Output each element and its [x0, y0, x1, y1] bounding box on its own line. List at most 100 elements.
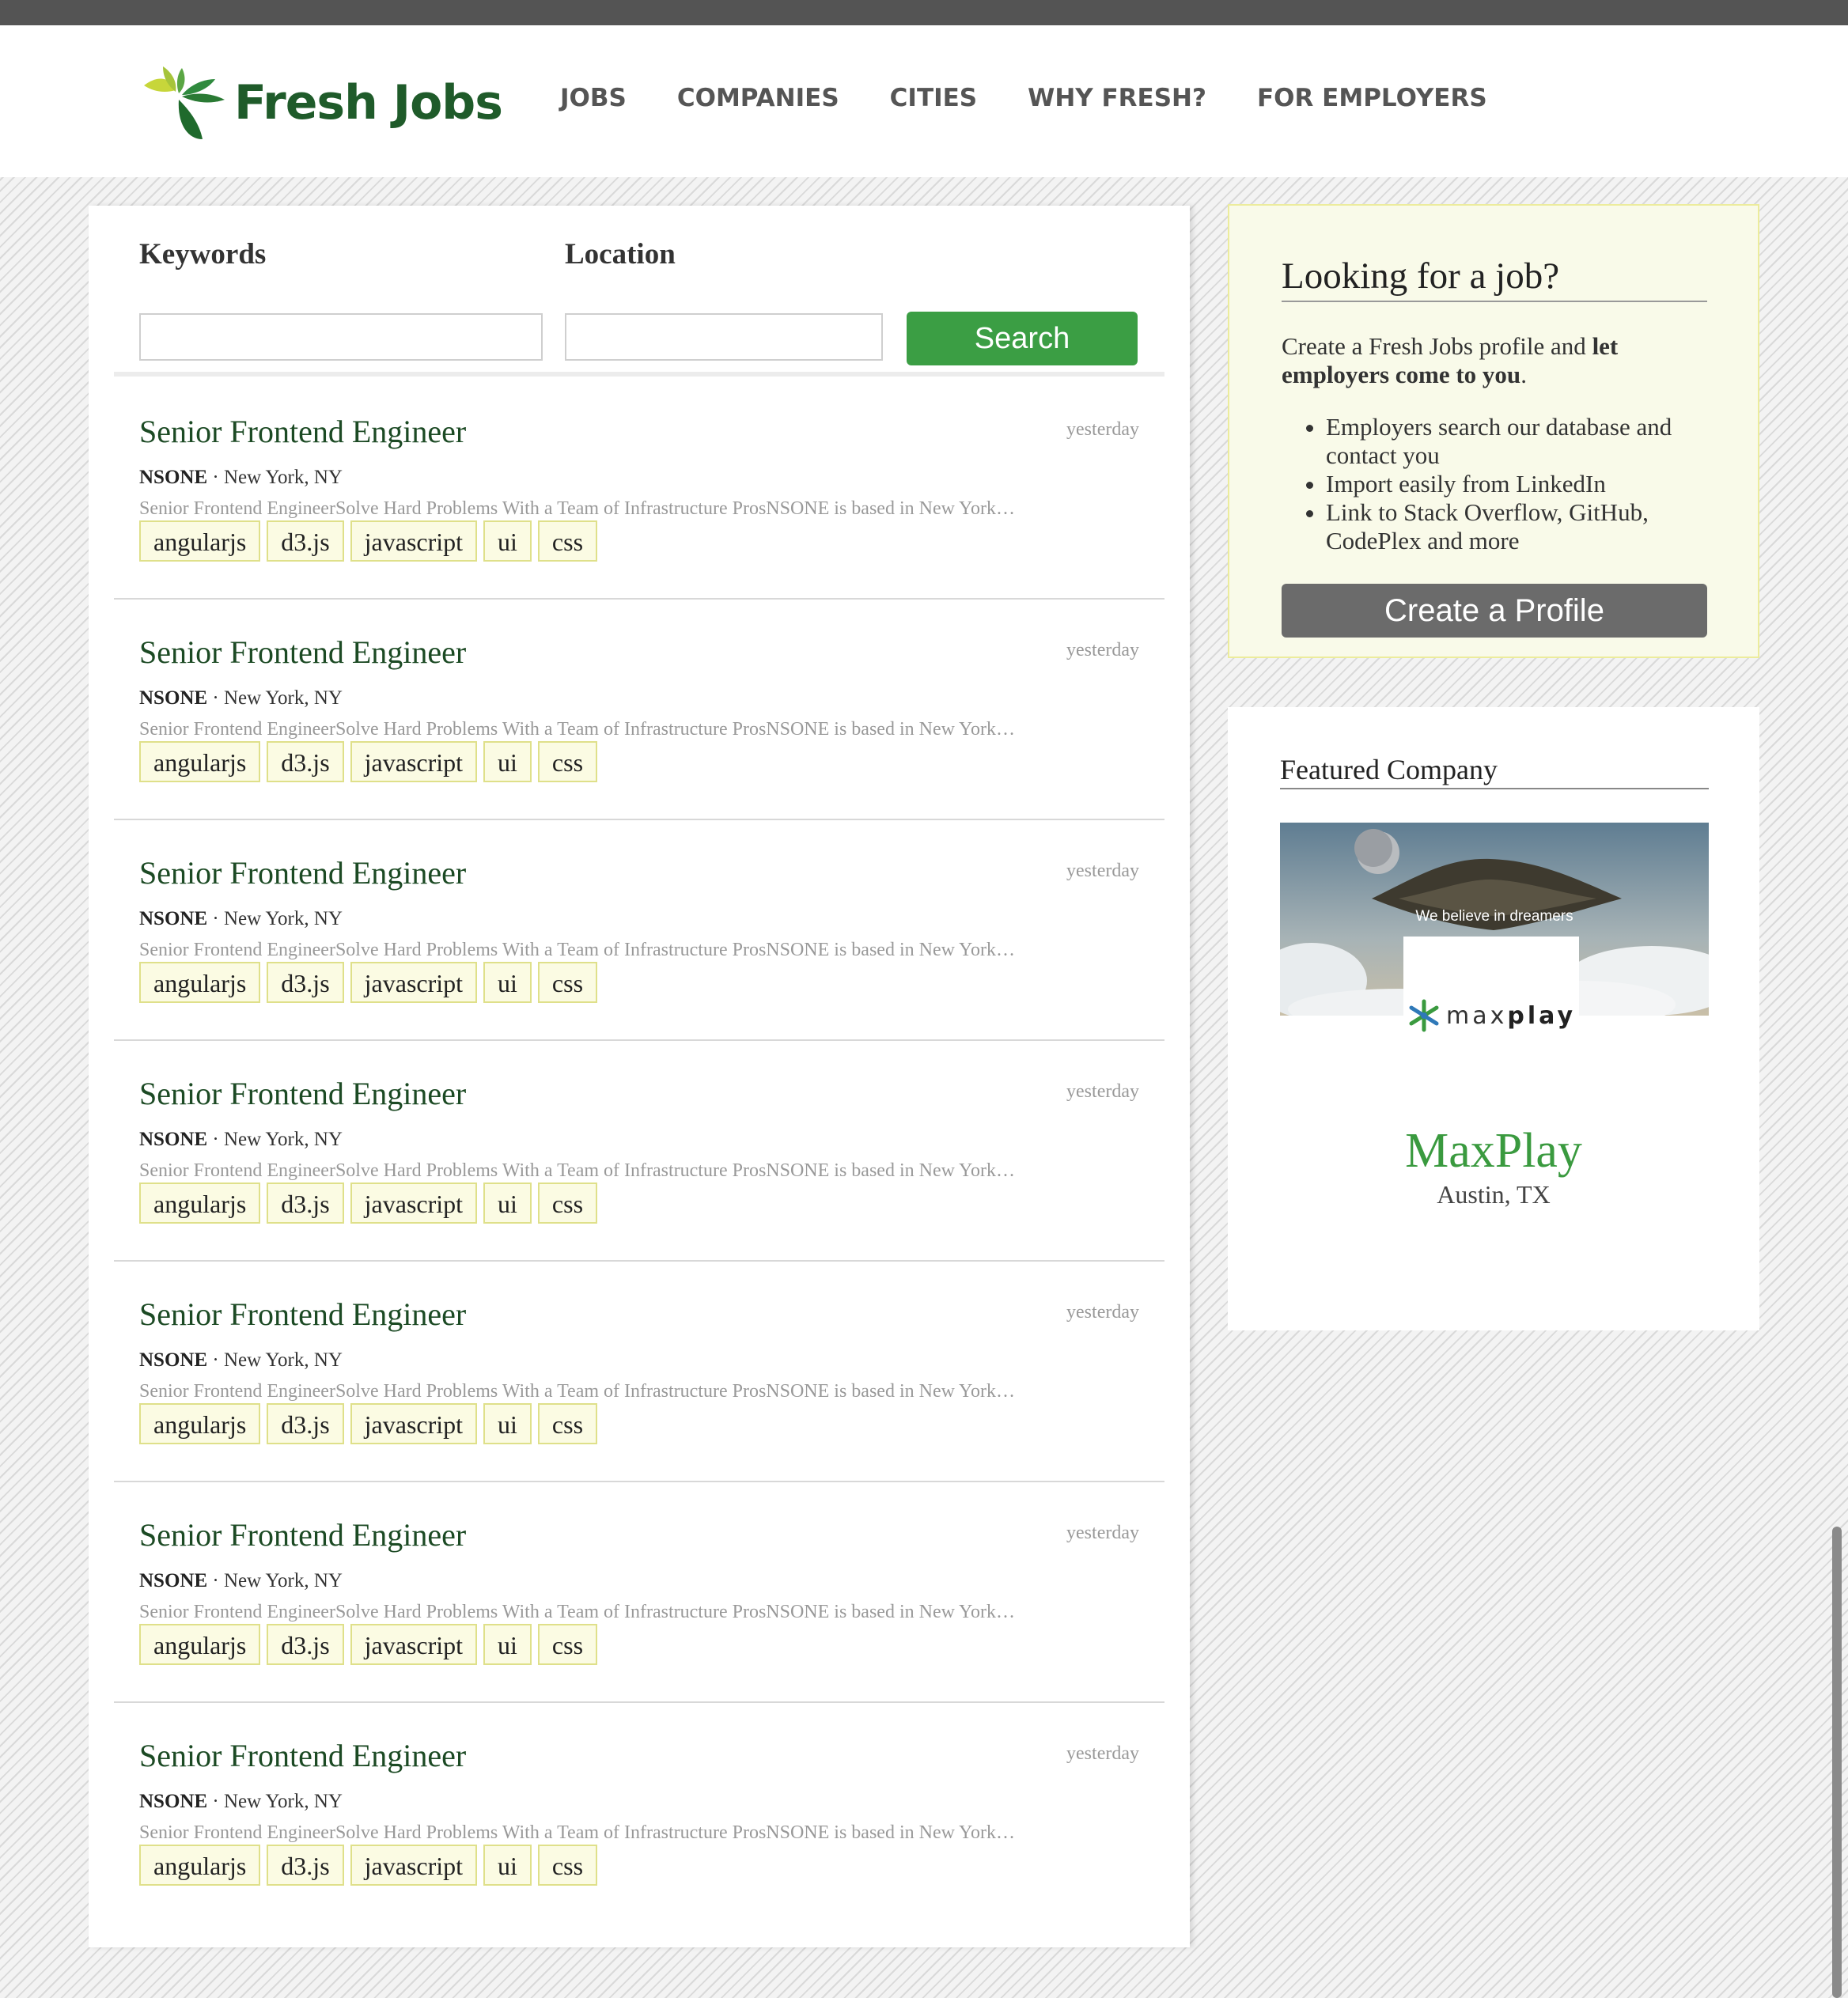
job-listing[interactable]: Senior Frontend Engineer yesterday NSONE ·…	[114, 377, 1164, 600]
job-tag[interactable]: d3.js	[267, 1845, 344, 1886]
job-posted-date: yesterday	[1066, 1743, 1139, 1764]
search-form: Keywords Location Search	[139, 237, 1139, 365]
job-tag[interactable]: css	[537, 520, 598, 562]
job-tags: angularjs d3.js javascript ui css	[139, 962, 598, 1003]
job-location: New York, NY	[223, 467, 343, 488]
job-company-location: NSONE · New York, NY	[139, 1791, 343, 1812]
browser-top-bar	[0, 0, 1848, 25]
job-tag[interactable]: angularjs	[139, 741, 261, 782]
company-name-link[interactable]: MaxPlay	[1228, 1123, 1759, 1179]
job-tag[interactable]: d3.js	[267, 1183, 344, 1224]
job-description: Senior Frontend EngineerSolve Hard Probl…	[139, 1381, 1015, 1402]
job-tag[interactable]: angularjs	[139, 520, 261, 562]
keywords-input[interactable]	[139, 313, 543, 361]
job-tag[interactable]: javascript	[350, 1403, 478, 1444]
job-company: NSONE	[139, 1791, 208, 1812]
job-company-location: NSONE · New York, NY	[139, 1129, 343, 1150]
job-company: NSONE	[139, 908, 208, 929]
job-tag[interactable]: ui	[483, 520, 532, 562]
job-title-link[interactable]: Senior Frontend Engineer	[139, 1737, 466, 1774]
job-tag[interactable]: angularjs	[139, 1183, 261, 1224]
nav-jobs[interactable]: JOBS	[560, 84, 627, 112]
job-title-link[interactable]: Senior Frontend Engineer	[139, 634, 466, 671]
wordmark-bold: play	[1507, 1001, 1576, 1030]
job-tag[interactable]: angularjs	[139, 1403, 261, 1444]
nav-cities[interactable]: CITIES	[890, 84, 977, 112]
job-title-link[interactable]: Senior Frontend Engineer	[139, 854, 466, 891]
job-tag[interactable]: d3.js	[267, 1624, 344, 1665]
job-listing[interactable]: Senior Frontend Engineer yesterday NSONE ·…	[114, 597, 1164, 820]
job-title-link[interactable]: Senior Frontend Engineer	[139, 1075, 466, 1112]
job-tag[interactable]: javascript	[350, 1183, 478, 1224]
job-tags: angularjs d3.js javascript ui css	[139, 520, 598, 562]
job-company: NSONE	[139, 1349, 208, 1371]
job-tag[interactable]: css	[537, 1624, 598, 1665]
job-listing[interactable]: Senior Frontend Engineer yesterday NSONE ·…	[114, 818, 1164, 1041]
job-posted-date: yesterday	[1066, 640, 1139, 660]
job-description: Senior Frontend EngineerSolve Hard Probl…	[139, 940, 1015, 960]
job-company-location: NSONE · New York, NY	[139, 1570, 343, 1591]
promo-bullet: Link to Stack Overflow, GitHub, CodePlex…	[1326, 498, 1737, 555]
job-tag[interactable]: d3.js	[267, 520, 344, 562]
job-tag[interactable]: ui	[483, 1624, 532, 1665]
job-tag[interactable]: ui	[483, 962, 532, 1003]
job-title-link[interactable]: Senior Frontend Engineer	[139, 1296, 466, 1333]
nav-companies[interactable]: COMPANIES	[677, 84, 839, 112]
job-tag[interactable]: javascript	[350, 741, 478, 782]
job-tag[interactable]: ui	[483, 1845, 532, 1886]
job-tag[interactable]: ui	[483, 1403, 532, 1444]
job-listing[interactable]: Senior Frontend Engineer yesterday NSONE ·…	[114, 1039, 1164, 1262]
site-header: Fresh Jobs JOBS COMPANIES CITIES WHY FRE…	[0, 25, 1848, 177]
job-tag[interactable]: d3.js	[267, 1403, 344, 1444]
job-description: Senior Frontend EngineerSolve Hard Probl…	[139, 719, 1015, 740]
featured-heading: Featured Company	[1280, 753, 1709, 789]
nav-why-fresh[interactable]: WHY FRESH?	[1028, 84, 1206, 112]
nav-for-employers[interactable]: FOR EMPLOYERS	[1257, 84, 1487, 112]
company-logo[interactable]: maxplay	[1403, 937, 1579, 1095]
job-tag[interactable]: d3.js	[267, 962, 344, 1003]
job-company-location: NSONE · New York, NY	[139, 1349, 343, 1371]
site-logo[interactable]: Fresh Jobs	[139, 63, 503, 142]
job-tag[interactable]: css	[537, 1845, 598, 1886]
location-input[interactable]	[565, 313, 883, 361]
job-description: Senior Frontend EngineerSolve Hard Probl…	[139, 1602, 1015, 1622]
job-tag[interactable]: css	[537, 1183, 598, 1224]
job-posted-date: yesterday	[1066, 1523, 1139, 1543]
search-button[interactable]: Search	[907, 312, 1138, 365]
promo-bullet: Import easily from LinkedIn	[1326, 470, 1737, 498]
job-tag[interactable]: javascript	[350, 1845, 478, 1886]
job-tag[interactable]: css	[537, 1403, 598, 1444]
job-tag[interactable]: ui	[483, 1183, 532, 1224]
job-listing[interactable]: Senior Frontend Engineer yesterday NSONE ·…	[114, 1480, 1164, 1703]
job-company: NSONE	[139, 467, 208, 488]
brand-name: Fresh Jobs	[234, 75, 503, 131]
job-company-location: NSONE · New York, NY	[139, 467, 343, 488]
job-listings-panel: Keywords Location Search Senior Frontend…	[89, 206, 1190, 1947]
promo-intro: Create a Fresh Jobs profile and let empl…	[1282, 332, 1709, 389]
job-tag[interactable]: angularjs	[139, 1845, 261, 1886]
job-company: NSONE	[139, 1129, 208, 1150]
job-company: NSONE	[139, 687, 208, 709]
job-tag[interactable]: javascript	[350, 962, 478, 1003]
job-tag[interactable]: javascript	[350, 1624, 478, 1665]
job-tag[interactable]: javascript	[350, 520, 478, 562]
create-profile-button[interactable]: Create a Profile	[1282, 584, 1707, 638]
job-listing[interactable]: Senior Frontend Engineer yesterday NSONE ·…	[114, 1259, 1164, 1482]
scrollbar-thumb[interactable]	[1832, 1527, 1842, 1998]
job-tag[interactable]: css	[537, 962, 598, 1003]
job-location: New York, NY	[223, 1129, 343, 1150]
job-listing[interactable]: Senior Frontend Engineer yesterday NSONE ·…	[114, 1701, 1164, 1922]
job-tag[interactable]: angularjs	[139, 1624, 261, 1665]
promo-bullets: Employers search our database and contac…	[1294, 413, 1737, 555]
featured-company-box: Featured Company We believe in dreamers	[1228, 707, 1759, 1330]
job-posted-date: yesterday	[1066, 1081, 1139, 1102]
job-tag[interactable]: angularjs	[139, 962, 261, 1003]
job-tag[interactable]: ui	[483, 741, 532, 782]
maxplay-wordmark: maxplay	[1446, 1002, 1576, 1030]
job-title-link[interactable]: Senior Frontend Engineer	[139, 413, 466, 450]
job-description: Senior Frontend EngineerSolve Hard Probl…	[139, 1822, 1015, 1843]
profile-promo-box: Looking for a job? Create a Fresh Jobs p…	[1228, 204, 1759, 658]
job-title-link[interactable]: Senior Frontend Engineer	[139, 1516, 466, 1553]
job-tag[interactable]: css	[537, 741, 598, 782]
job-tag[interactable]: d3.js	[267, 741, 344, 782]
